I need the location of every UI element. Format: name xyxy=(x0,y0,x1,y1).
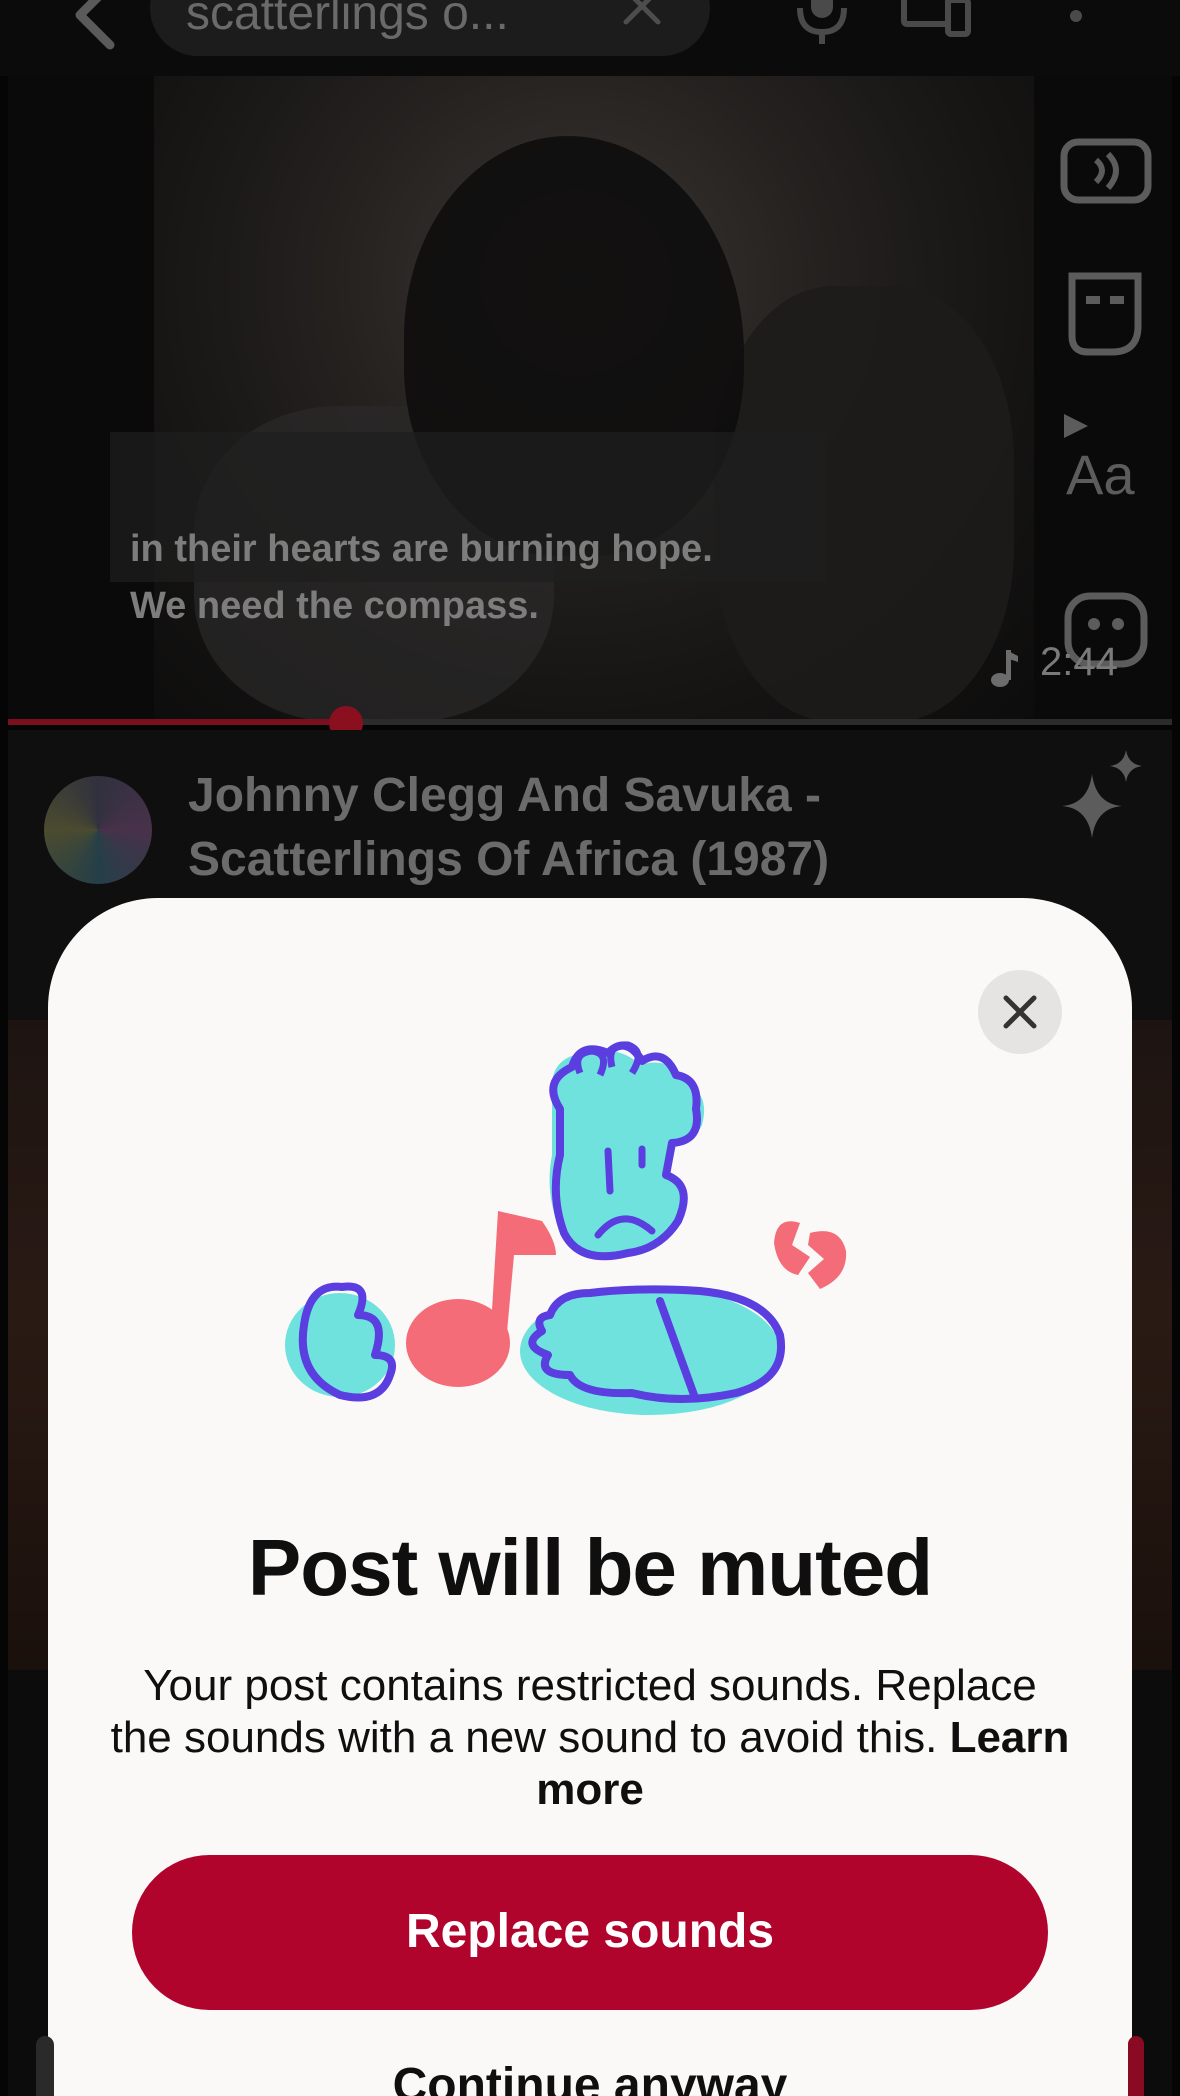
editor-side-rail: Aa xyxy=(1038,76,1178,736)
video-title-line-2: Scatterlings Of Africa (1987) xyxy=(188,833,830,886)
sticker-icon[interactable] xyxy=(1058,266,1154,362)
cast-devices-icon[interactable] xyxy=(900,0,972,38)
sad-character-illustration xyxy=(285,1041,847,1415)
microphone-icon[interactable] xyxy=(792,0,852,44)
sheet-body: Your post contains restricted sounds. Re… xyxy=(110,1660,1070,1816)
text-icon[interactable]: Aa xyxy=(1058,406,1154,502)
close-button[interactable] xyxy=(978,970,1062,1054)
background-edge-left xyxy=(36,2036,54,2096)
background-edge-right xyxy=(1128,2036,1144,2096)
caption-line-1: in their hearts are burning hope. xyxy=(130,528,713,570)
search-query-text: scatterlings o... xyxy=(186,0,509,40)
caption-line-2: We need the compass. xyxy=(130,585,539,627)
video-title: Johnny Clegg And Savuka - Scatterlings O… xyxy=(188,764,1008,892)
sheet-body-text: Your post contains restricted sounds. Re… xyxy=(110,1661,1037,1762)
sound-effect-icon[interactable] xyxy=(1058,124,1154,220)
avatar[interactable] xyxy=(44,776,152,884)
continue-anyway-button[interactable]: Continue anyway xyxy=(132,2058,1048,2096)
sheet-title: Post will be muted xyxy=(247,1523,933,1612)
progress-fill xyxy=(8,719,346,725)
more-options-icon[interactable] xyxy=(1056,0,1096,42)
clear-search-icon[interactable] xyxy=(618,0,666,30)
svg-text:Aa: Aa xyxy=(1066,443,1135,502)
sparkle-icon[interactable] xyxy=(1056,748,1148,840)
close-icon xyxy=(1003,995,1037,1029)
music-note-icon xyxy=(991,650,1018,687)
back-arrow-icon[interactable] xyxy=(50,0,140,60)
video-title-line-1: Johnny Clegg And Savuka - xyxy=(188,769,821,822)
replace-sounds-label: Replace sounds xyxy=(405,1905,775,1958)
video-duration: 2:44 xyxy=(1040,640,1118,684)
